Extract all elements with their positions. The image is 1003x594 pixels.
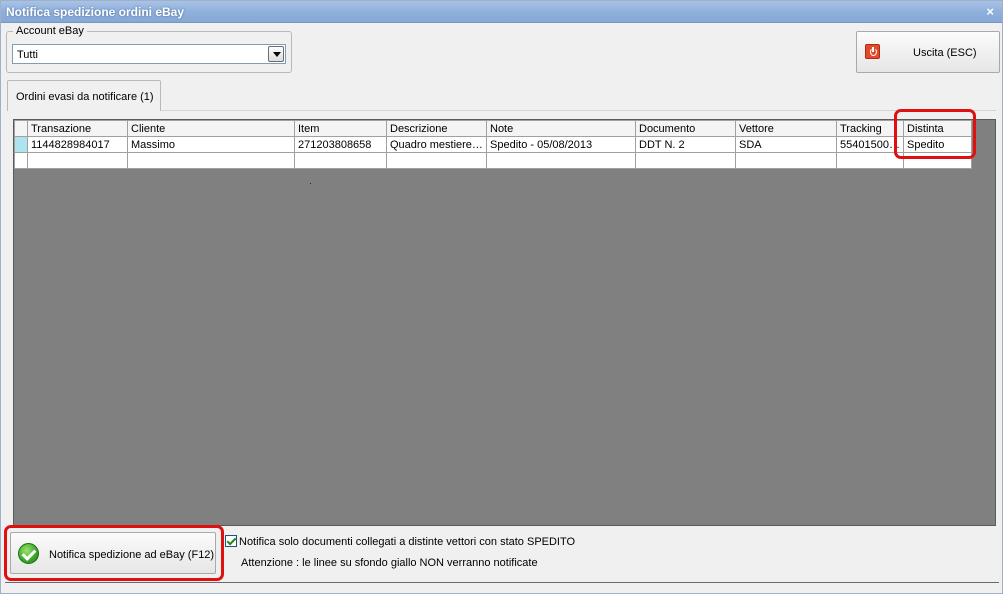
cell-descrizione[interactable]: Quadro mestiere… xyxy=(386,136,487,153)
close-icon[interactable]: × xyxy=(986,4,994,19)
empty-cell[interactable] xyxy=(127,152,295,169)
row-indicator[interactable] xyxy=(14,136,28,153)
account-select-value: Tutti xyxy=(17,49,38,61)
cell-transazione[interactable]: 1144828984017 xyxy=(27,136,128,153)
account-group-label: Account eBay xyxy=(13,25,87,37)
column-header-cliente[interactable]: Cliente xyxy=(127,120,295,137)
column-header-transazione[interactable]: Transazione xyxy=(27,120,128,137)
orders-table: Transazione Cliente Item Descrizione Not… xyxy=(14,120,972,169)
tab-divider xyxy=(161,110,996,111)
account-group: Account eBay Tutti xyxy=(6,25,292,73)
table-row[interactable]: 1144828984017 Massimo 271203808658 Quadr… xyxy=(14,136,972,153)
empty-cell[interactable] xyxy=(635,152,736,169)
table-row-empty[interactable] xyxy=(14,152,972,169)
cell-item[interactable]: 271203808658 xyxy=(294,136,387,153)
tab-label: Ordini evasi da notificare (1) xyxy=(16,91,154,103)
dropdown-button[interactable] xyxy=(268,46,284,62)
orders-grid[interactable]: Transazione Cliente Item Descrizione Not… xyxy=(13,119,996,526)
cell-cliente[interactable]: Massimo xyxy=(127,136,295,153)
empty-cell[interactable] xyxy=(386,152,487,169)
bottom-divider xyxy=(5,582,999,583)
column-header-distinta[interactable]: Distinta xyxy=(903,120,972,137)
tab-ordini-evasi[interactable]: Ordini evasi da notificare (1) xyxy=(7,80,161,111)
table-header-row: Transazione Cliente Item Descrizione Not… xyxy=(14,120,972,137)
empty-cell[interactable] xyxy=(735,152,837,169)
cell-documento[interactable]: DDT N. 2 xyxy=(635,136,736,153)
empty-cell[interactable] xyxy=(903,152,972,169)
cell-distinta[interactable]: Spedito xyxy=(903,136,972,153)
title-bar[interactable]: Notifica spedizione ordini eBay × xyxy=(1,1,1002,23)
warning-text: Attenzione : le linee su sfondo giallo N… xyxy=(241,557,538,569)
column-header-vettore[interactable]: Vettore xyxy=(735,120,837,137)
chevron-down-icon xyxy=(273,52,281,57)
check-circle-icon xyxy=(18,543,39,564)
empty-cell[interactable] xyxy=(836,152,904,169)
empty-cell[interactable] xyxy=(27,152,128,169)
row-indicator-header xyxy=(14,120,28,137)
notify-only-shipped-checkbox[interactable] xyxy=(225,535,237,547)
column-header-tracking[interactable]: Tracking xyxy=(836,120,904,137)
stray-pixel xyxy=(310,183,311,184)
cell-note[interactable]: Spedito - 05/08/2013 xyxy=(486,136,636,153)
notify-button-label: Notifica spedizione ad eBay (F12) xyxy=(49,549,215,561)
row-indicator[interactable] xyxy=(14,152,28,169)
notify-ebay-button[interactable]: Notifica spedizione ad eBay (F12) xyxy=(10,532,216,574)
empty-cell[interactable] xyxy=(294,152,387,169)
exit-button-label: Uscita (ESC) xyxy=(913,47,977,59)
app-window: Notifica spedizione ordini eBay × Accoun… xyxy=(0,0,1003,594)
column-header-documento[interactable]: Documento xyxy=(635,120,736,137)
account-select[interactable]: Tutti xyxy=(12,44,286,64)
power-icon xyxy=(865,44,880,59)
empty-cell[interactable] xyxy=(486,152,636,169)
cell-vettore[interactable]: SDA xyxy=(735,136,837,153)
window-title: Notifica spedizione ordini eBay xyxy=(6,5,185,19)
column-header-descrizione[interactable]: Descrizione xyxy=(386,120,487,137)
column-header-item[interactable]: Item xyxy=(294,120,387,137)
notify-only-shipped-label[interactable]: Notifica solo documenti collegati a dist… xyxy=(239,536,575,548)
exit-button[interactable]: Uscita (ESC) xyxy=(856,31,1000,73)
column-header-note[interactable]: Note xyxy=(486,120,636,137)
cell-tracking[interactable]: 55401500… xyxy=(836,136,904,153)
